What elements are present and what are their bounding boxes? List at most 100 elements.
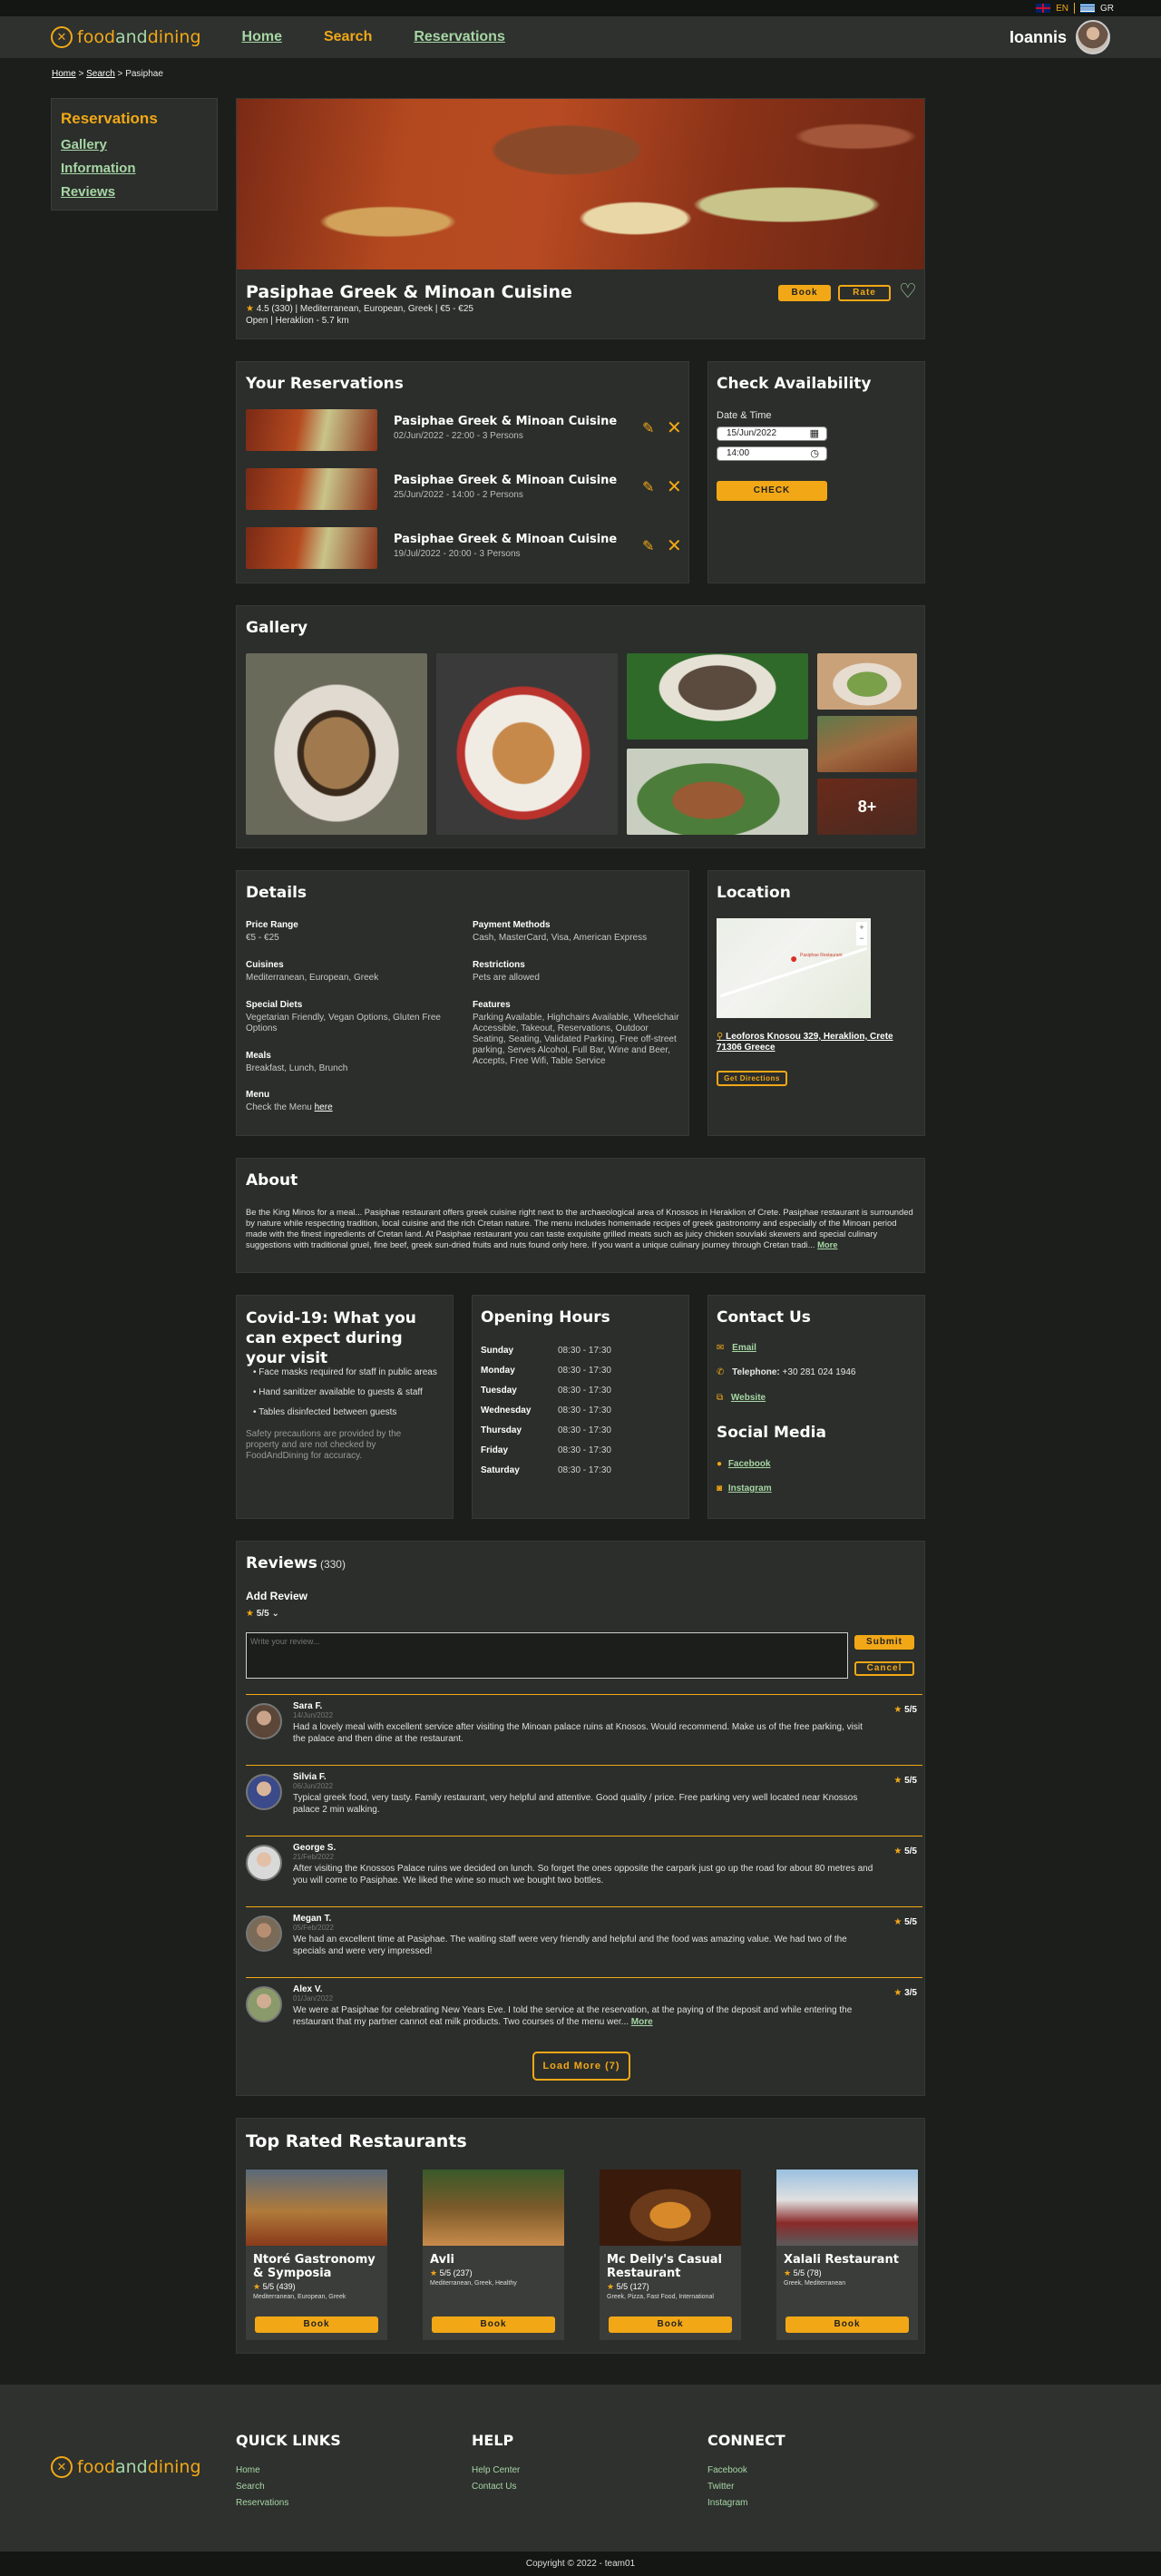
footer-link-contact[interactable]: Contact Us: [472, 2482, 520, 2492]
reviewer-name: Megan T.: [293, 1914, 332, 1924]
time-field[interactable]: 14:00 ◷: [717, 446, 827, 461]
avatar[interactable]: [1076, 20, 1110, 54]
cancel-button[interactable]: Cancel: [854, 1661, 914, 1676]
check-button[interactable]: CHECK: [717, 481, 827, 501]
user-menu[interactable]: Ioannis: [1010, 20, 1110, 54]
reservation-name: Pasiphae Greek & Minoan Cuisine: [394, 415, 618, 428]
date-field[interactable]: 15/Jun/2022 ▦: [717, 426, 827, 441]
load-more-button[interactable]: Load More (7): [532, 2052, 630, 2081]
menu-link[interactable]: here: [315, 1102, 333, 1112]
restaurant-card[interactable]: Mc Deily's Casual Restaurant ★ 5/5 (127)…: [600, 2170, 741, 2340]
calendar-icon[interactable]: ▦: [810, 427, 819, 440]
map-pin-label: Pasiphae Restaurant: [800, 953, 843, 958]
sidebar-item-gallery[interactable]: Gallery: [61, 137, 208, 152]
footer-link-search[interactable]: Search: [236, 2482, 341, 2492]
sidebar-item-reservations[interactable]: Reservations: [61, 110, 208, 128]
get-directions-button[interactable]: Get Directions: [717, 1071, 787, 1086]
footer-link-help-center[interactable]: Help Center: [472, 2465, 520, 2475]
restrictions-label: Restrictions: [473, 960, 525, 970]
delete-x-icon[interactable]: ✕: [667, 534, 682, 557]
review-rating-value: 5/5: [904, 1776, 917, 1786]
restaurant-card-name: Mc Deily's Casual Restaurant: [607, 2253, 722, 2280]
logo-word-food: food: [77, 2457, 115, 2477]
meals-label: Meals: [246, 1051, 271, 1061]
instagram-row[interactable]: ◙ Instagram: [717, 1484, 772, 1494]
reservations-title: Your Reservations: [246, 375, 404, 393]
edit-pencil-icon[interactable]: ✎: [642, 478, 654, 496]
instagram-link[interactable]: Instagram: [728, 1484, 772, 1494]
nav-reservations[interactable]: Reservations: [414, 29, 505, 45]
delete-x-icon[interactable]: ✕: [667, 475, 682, 498]
email-link[interactable]: Email: [732, 1343, 756, 1353]
footer-link-twitter[interactable]: Twitter: [707, 2482, 785, 2492]
delete-x-icon[interactable]: ✕: [667, 416, 682, 439]
greece-flag-icon[interactable]: [1080, 4, 1095, 13]
map-zoom-control[interactable]: + −: [856, 922, 867, 945]
website-link[interactable]: Website: [731, 1393, 766, 1403]
footer-quick-links: QUICK LINKS Home Search Reservations: [236, 2432, 341, 2514]
address[interactable]: ⚲ Leoforos Knosou 329, Heraklion, Crete …: [717, 1032, 916, 1053]
review-rating-value: 5/5: [904, 1846, 917, 1856]
book-button[interactable]: Book: [609, 2316, 732, 2333]
about-more-link[interactable]: More: [817, 1239, 837, 1249]
gallery-image[interactable]: [246, 653, 427, 835]
facebook-link[interactable]: Facebook: [728, 1459, 771, 1469]
about-text: Be the King Minos for a meal... Pasiphae…: [246, 1207, 917, 1250]
rating-text: 4.5 (330) | Mediterranean, European, Gre…: [256, 304, 473, 314]
edit-pencil-icon[interactable]: ✎: [642, 537, 654, 555]
gallery-more-count: 8+: [857, 797, 877, 816]
restrictions-value: Pets are allowed: [473, 973, 540, 983]
gallery-image[interactable]: [627, 653, 808, 739]
star-icon: ★: [893, 1988, 902, 1998]
map-pin-icon[interactable]: ●: [790, 951, 797, 965]
footer-link-instagram[interactable]: Instagram: [707, 2498, 785, 2508]
sidebar-item-information[interactable]: Information: [61, 161, 208, 176]
nav-home[interactable]: Home: [242, 29, 282, 45]
review-rating-value: 5/5: [904, 1917, 917, 1927]
price-label: Price Range: [246, 920, 298, 930]
breadcrumb-search[interactable]: Search: [86, 69, 115, 79]
book-button[interactable]: Book: [778, 285, 831, 301]
restaurant-card[interactable]: Xalali Restaurant ★ 5/5 (78) Greek, Medi…: [776, 2170, 918, 2340]
rating-select[interactable]: ★ 5/5 ⌄: [246, 1609, 279, 1619]
book-button[interactable]: Book: [255, 2316, 378, 2333]
gallery-more[interactable]: 8+: [817, 779, 917, 835]
lang-gr[interactable]: GR: [1100, 4, 1114, 14]
facebook-row[interactable]: ● Facebook: [717, 1459, 771, 1469]
map[interactable]: ● Pasiphae Restaurant + −: [717, 918, 871, 1018]
footer-link-reservations[interactable]: Reservations: [236, 2498, 341, 2508]
gallery-image[interactable]: [817, 716, 917, 772]
clock-icon[interactable]: ◷: [810, 447, 819, 460]
review-date: 21/Feb/2022: [293, 1853, 334, 1861]
gallery-image[interactable]: [817, 653, 917, 710]
footer-link-facebook[interactable]: Facebook: [707, 2465, 785, 2475]
breadcrumb-home[interactable]: Home: [52, 69, 76, 79]
review-text: We were at Pasiphae for celebrating New …: [293, 2004, 873, 2028]
external-link-icon: ⧉: [717, 1393, 724, 1403]
footer-logo[interactable]: ✕ foodanddining: [51, 2456, 201, 2478]
sidebar-item-reviews[interactable]: Reviews: [61, 184, 208, 200]
edit-pencil-icon[interactable]: ✎: [642, 419, 654, 437]
submit-button[interactable]: Submit: [854, 1635, 914, 1650]
lang-en[interactable]: EN: [1056, 4, 1068, 14]
uk-flag-icon[interactable]: [1036, 4, 1051, 13]
covid-item: • Face masks required for staff in publi…: [253, 1367, 437, 1377]
phone-row: ✆ Telephone: +30 281 024 1946: [717, 1367, 855, 1377]
footer: ✕ foodanddining QUICK LINKS Home Search …: [0, 2385, 1161, 2552]
email-row[interactable]: ✉ Email: [717, 1343, 756, 1353]
book-button[interactable]: Book: [432, 2316, 555, 2333]
gallery-image[interactable]: [627, 749, 808, 835]
rate-button[interactable]: Rate: [838, 285, 891, 301]
hours-time: 08:30 - 17:30: [558, 1464, 611, 1475]
favorite-heart-icon[interactable]: ♡: [899, 279, 917, 303]
review-more-link[interactable]: More: [631, 2017, 653, 2027]
gallery-image[interactable]: [436, 653, 618, 835]
nav-search[interactable]: Search: [324, 29, 372, 45]
logo[interactable]: ✕ foodanddining: [51, 26, 201, 48]
footer-link-home[interactable]: Home: [236, 2465, 341, 2475]
review-textarea[interactable]: [246, 1632, 848, 1679]
book-button[interactable]: Book: [785, 2316, 909, 2333]
website-row[interactable]: ⧉ Website: [717, 1393, 766, 1403]
restaurant-card[interactable]: Avli ★ 5/5 (237) Mediterranean, Greek, H…: [423, 2170, 564, 2340]
restaurant-card[interactable]: Ntoré Gastronomy & Symposia ★ 5/5 (439) …: [246, 2170, 387, 2340]
